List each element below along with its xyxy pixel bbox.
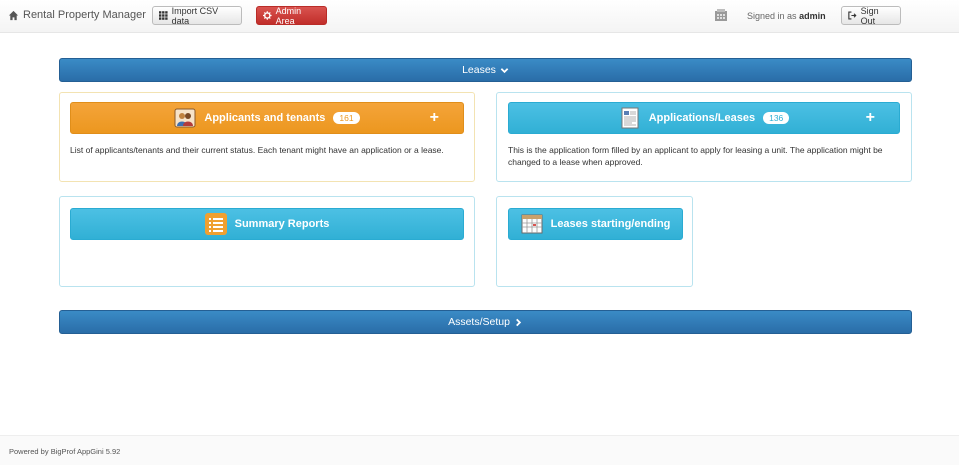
assets-setup-section-toggle[interactable]: Assets/Setup	[59, 310, 912, 334]
applications-description-line-2: changed to a lease when approved.	[508, 157, 643, 167]
applicants-tenants-button[interactable]: Applicants and tenants 161 +	[70, 102, 464, 134]
summary-reports-label: Summary Reports	[234, 218, 330, 230]
applicants-count-badge: 161	[333, 112, 360, 124]
add-applicant-icon[interactable]: +	[430, 109, 439, 127]
brand-link[interactable]: Rental Property Manager	[8, 9, 146, 21]
applications-description-line-1: This is the application form filled by a…	[508, 145, 883, 155]
applications-description: This is the application form filled by a…	[508, 144, 908, 168]
applications-panel: Applications/Leases 136 + This is the ap…	[496, 92, 912, 182]
application-form-icon	[621, 107, 639, 129]
leases-section-label: Leases	[462, 64, 496, 76]
applications-leases-label: Applications/Leases	[648, 112, 756, 124]
assets-setup-section-label: Assets/Setup	[448, 316, 510, 328]
import-csv-label: Import CSV data	[171, 5, 219, 26]
grid-icon	[159, 11, 168, 20]
add-application-icon[interactable]: +	[866, 109, 875, 127]
leases-starting-ending-button[interactable]: Leases starting/ending	[508, 208, 683, 240]
import-csv-button[interactable]: Import CSV data	[152, 5, 242, 26]
page-footer: Powered by BigProf AppGini 5.92	[0, 435, 959, 465]
sign-out-label: Sign Out	[860, 5, 879, 26]
top-navbar: Rental Property Manager Import CSV data …	[0, 0, 959, 33]
signed-in-text: Signed in as admin	[747, 11, 826, 21]
leases-starting-panel: Leases starting/ending	[496, 196, 693, 287]
applicants-tenants-label: Applicants and tenants	[204, 112, 326, 124]
applications-leases-button[interactable]: Applications/Leases 136 +	[508, 102, 900, 134]
tenants-icon	[174, 108, 196, 128]
applications-count-badge: 136	[763, 112, 790, 124]
applicants-panel: Applicants and tenants 161 + List of app…	[59, 92, 475, 182]
leases-starting-ending-label: Leases starting/ending	[550, 218, 671, 230]
chevron-right-icon	[516, 318, 522, 326]
sign-out-icon	[848, 11, 857, 20]
calendar-icon	[521, 214, 543, 234]
admin-area-label: Admin Area	[275, 5, 302, 26]
chevron-down-icon	[500, 67, 509, 73]
leases-section-toggle[interactable]: Leases	[59, 58, 912, 82]
applicants-description: List of applicants/tenants and their cur…	[70, 145, 444, 155]
sign-out-button[interactable]: Sign Out	[841, 5, 901, 26]
signed-in-username[interactable]: admin	[799, 11, 826, 21]
report-list-icon	[204, 213, 227, 235]
summary-reports-button[interactable]: Summary Reports	[70, 208, 464, 240]
summary-reports-panel: Summary Reports	[59, 196, 475, 287]
brand-label: Rental Property Manager	[23, 9, 146, 21]
footer-credit: Powered by BigProf AppGini 5.92	[9, 447, 121, 456]
gear-icon	[263, 11, 272, 20]
signed-in-prefix: Signed in as	[747, 11, 797, 21]
admin-user-icon	[715, 9, 727, 21]
home-icon	[8, 10, 19, 20]
admin-area-button[interactable]: Admin Area	[256, 5, 327, 26]
